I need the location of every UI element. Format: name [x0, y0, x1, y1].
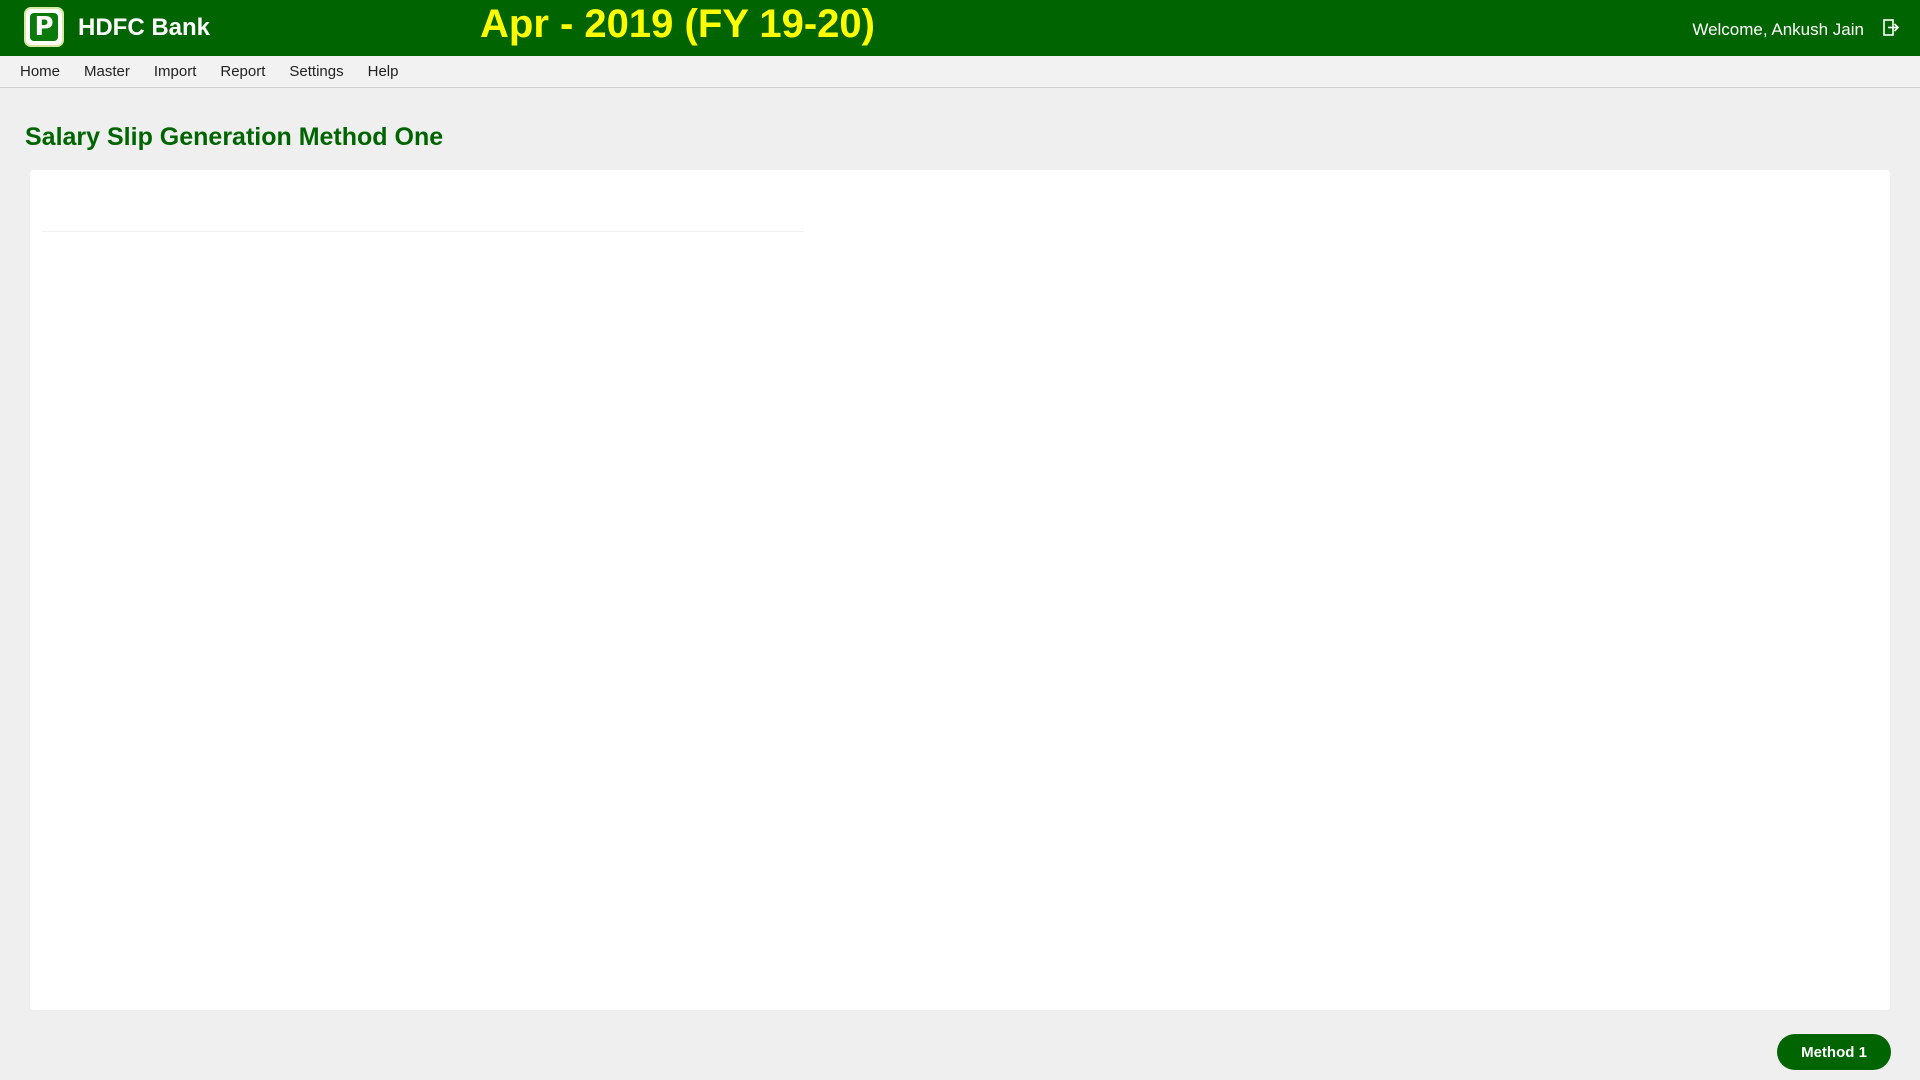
method-1-button[interactable]: Method 1 [1777, 1034, 1891, 1070]
welcome-user-text: Welcome, Ankush Jain [1692, 20, 1864, 39]
logo-letter: P [30, 13, 58, 41]
content-panel [30, 170, 1890, 1010]
menu-item-master[interactable]: Master [72, 56, 142, 88]
menu-item-home[interactable]: Home [8, 56, 72, 88]
menu-item-import[interactable]: Import [142, 56, 209, 88]
page-title: Salary Slip Generation Method One [25, 123, 444, 151]
logout-icon[interactable] [1883, 19, 1899, 37]
panel-divider [42, 231, 804, 232]
financial-period: Apr - 2019 (FY 19-20) [480, 2, 875, 46]
menu-item-settings[interactable]: Settings [277, 56, 355, 88]
brand-name: HDFC Bank [78, 14, 211, 41]
app-header: P HDFC Bank Apr - 2019 (FY 19-20) Welcom… [0, 0, 1920, 56]
menu-item-help[interactable]: Help [356, 56, 411, 88]
menu-item-report[interactable]: Report [208, 56, 277, 88]
main-menu: Home Master Import Report Settings Help [0, 56, 1920, 88]
app-logo[interactable]: P [24, 7, 64, 47]
